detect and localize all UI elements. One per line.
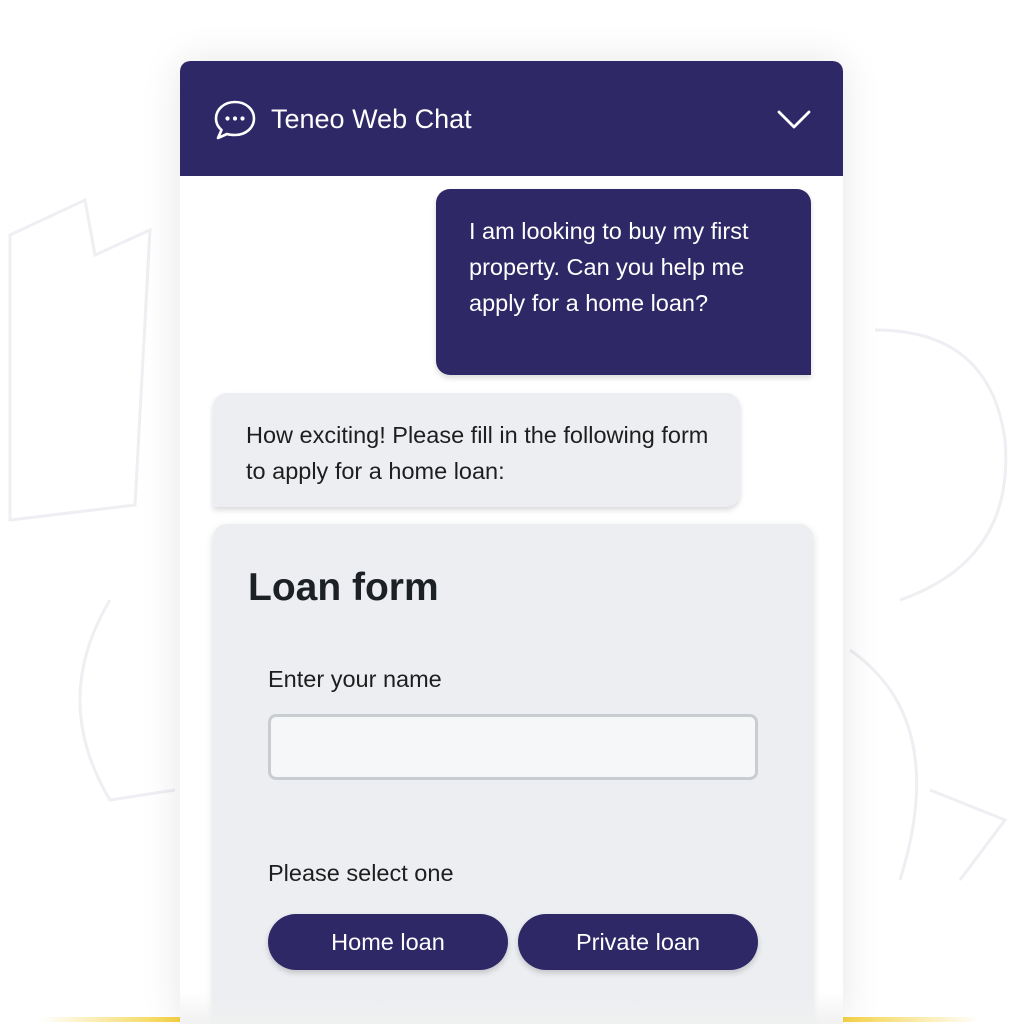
form-title: Loan form bbox=[248, 566, 439, 609]
loan-form-card: Loan form Enter your name Please select … bbox=[213, 524, 813, 1024]
page: Teneo Web Chat I am looking to buy my fi… bbox=[0, 0, 1021, 1024]
name-input[interactable] bbox=[268, 714, 758, 780]
chat-window: Teneo Web Chat I am looking to buy my fi… bbox=[180, 61, 843, 1024]
bot-message: How exciting! Please fill in the followi… bbox=[213, 393, 740, 507]
name-label: Enter your name bbox=[268, 666, 442, 692]
select-label: Please select one bbox=[268, 860, 454, 886]
bottom-fade bbox=[180, 991, 843, 1024]
chevron-down-icon[interactable] bbox=[774, 103, 814, 135]
user-message: I am looking to buy my first property. C… bbox=[436, 189, 811, 375]
private-loan-button[interactable]: Private loan bbox=[518, 914, 758, 970]
chat-header: Teneo Web Chat bbox=[180, 61, 843, 176]
chat-bubble-icon bbox=[214, 100, 256, 140]
chat-title: Teneo Web Chat bbox=[271, 104, 472, 134]
home-loan-button[interactable]: Home loan bbox=[268, 914, 508, 970]
